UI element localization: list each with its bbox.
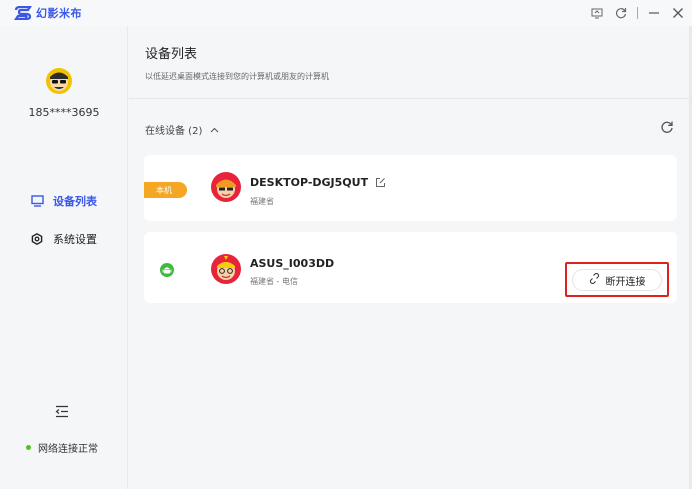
window-controls (589, 3, 686, 23)
local-machine-badge: 本机 (144, 182, 187, 198)
disconnect-button[interactable]: 断开连接 (572, 269, 662, 291)
status-dot (26, 445, 31, 450)
device-name: DESKTOP-DGJ5QUT (250, 176, 386, 189)
screenshot-icon[interactable] (589, 3, 605, 23)
device-card-remote[interactable]: ASUS_I003DD 福建省 - 电信 断开连接 (144, 232, 677, 303)
user-phone: 185****3695 (28, 106, 100, 119)
device-avatar (211, 172, 241, 202)
network-status-text: 网络连接正常 (38, 444, 98, 455)
sidebar-item-label: 设备列表 (53, 195, 97, 208)
refresh-icon[interactable] (613, 3, 629, 23)
sidebar-item-devices[interactable]: 设备列表 (30, 193, 97, 209)
app-logo: 幻影米布 (14, 5, 82, 21)
network-status: 网络连接正常 (26, 440, 98, 455)
unlink-icon (589, 272, 600, 287)
sidebar-item-settings[interactable]: 系统设置 (30, 231, 97, 247)
edit-icon[interactable] (375, 177, 386, 188)
main-content: 设备列表 以低延迟桌面模式连接到您的计算机或朋友的计算机 在线设备 (2) 本机… (129, 26, 692, 489)
device-location: 福建省 - 电信 (250, 277, 298, 286)
sidebar: 185****3695 设备列表 系统设置 网络连接正常 (0, 26, 128, 489)
gear-icon (30, 232, 44, 246)
title-bar: 幻影米布 (0, 0, 692, 26)
collapse-sidebar-icon[interactable] (54, 403, 70, 418)
disconnect-label: 断开连接 (605, 276, 646, 288)
sidebar-item-label: 系统设置 (53, 233, 97, 246)
device-name-text: DESKTOP-DGJ5QUT (250, 176, 369, 189)
device-name-text: ASUS_I003DD (250, 257, 335, 270)
app-name: 幻影米布 (36, 7, 82, 20)
separator (637, 7, 638, 19)
close-icon[interactable] (670, 3, 686, 23)
avatar[interactable] (46, 68, 72, 94)
device-avatar (211, 254, 241, 284)
device-location: 福建省 (250, 197, 274, 206)
online-devices-toggle[interactable]: 在线设备 (2) (145, 122, 219, 137)
chevron-up-icon (210, 127, 219, 133)
divider (129, 98, 692, 99)
monitor-icon (30, 194, 44, 208)
logo-icon (14, 6, 32, 20)
page-subtitle: 以低延迟桌面模式连接到您的计算机或朋友的计算机 (145, 72, 329, 81)
online-devices-label: 在线设备 (2) (145, 126, 203, 137)
minimize-icon[interactable] (646, 3, 662, 23)
device-name: ASUS_I003DD (250, 257, 334, 270)
page-title: 设备列表 (145, 47, 198, 62)
refresh-list-icon[interactable] (660, 119, 674, 133)
device-card-local[interactable]: 本机 DESKTOP-DGJ5QUT 福建省 (144, 155, 677, 221)
android-icon (160, 262, 174, 277)
